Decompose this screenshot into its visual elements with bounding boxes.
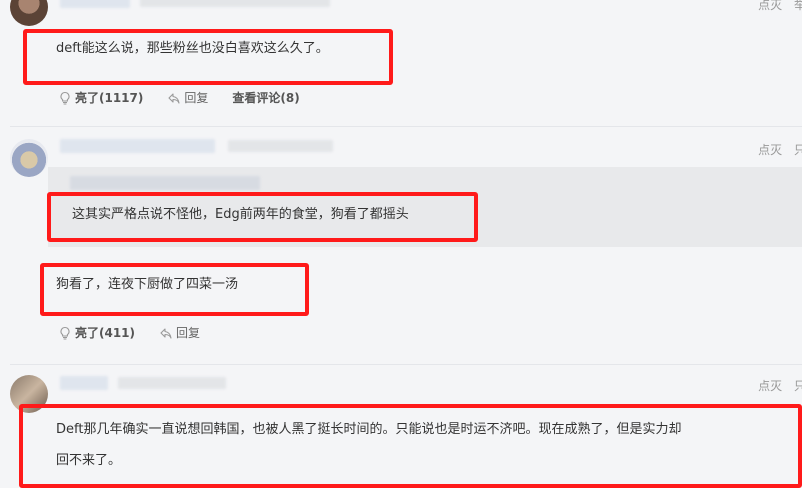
comment-text-line-1: Deft那几年确实一直说想回韩国，也被人黑了挺长时间的。只能说也是时运不济吧。现… (56, 422, 682, 437)
comment-toolbar: 亮了(1117) 回复 查看评论(8) (58, 89, 324, 106)
reply-button[interactable]: 回复 (159, 324, 200, 341)
report-button[interactable]: 举 (794, 0, 802, 12)
quoted-text: 这其实严格点说不怪他，Edg前两年的食堂，狗看了都摇头 (72, 207, 409, 222)
comment-toolbar: 亮了(411) 回复 (58, 324, 224, 341)
reply-button[interactable]: 回复 (167, 89, 208, 106)
comment-2: 点灭 只 这其实严格点说不怪他，Edg前两年的食堂，狗看了都摇头 狗看了，连夜下… (0, 127, 802, 365)
like-button[interactable]: 亮了(1117) (58, 89, 143, 106)
reply-label: 回复 (184, 91, 209, 105)
avatar[interactable] (10, 0, 48, 26)
dim-button[interactable]: 点灭 (758, 143, 782, 157)
like-count: 亮了(411) (75, 326, 136, 340)
comment-actions-right: 点灭 只 (750, 141, 802, 158)
quoted-username-blurred (70, 176, 260, 190)
username-blurred (60, 0, 130, 8)
comment-actions-right: 点灭 只 (750, 377, 802, 394)
view-replies-button[interactable]: 查看评论(8) (232, 89, 299, 106)
comment-actions-right: 点灭 举 (750, 0, 802, 13)
view-replies-label: 查看评论(8) (232, 91, 300, 105)
lightbulb-icon (60, 91, 70, 105)
meta-blurred (140, 0, 330, 7)
comment-3: 点灭 只 Deft那几年确实一直说想回韩国，也被人黑了挺长时间的。只能说也是时运… (0, 365, 802, 488)
dim-button[interactable]: 点灭 (758, 0, 782, 12)
avatar[interactable] (10, 139, 48, 177)
comment-1: 点灭 举 deft能这么说，那些粉丝也没白喜欢这么久了。 亮了(1117) 回复… (0, 0, 802, 125)
like-count: 亮了(1117) (75, 91, 144, 105)
reply-icon (168, 92, 180, 104)
comment-text: deft能这么说，那些粉丝也没白喜欢这么久了。 (56, 41, 329, 56)
username-blurred (60, 139, 215, 153)
meta-blurred (118, 377, 226, 389)
reply-label: 回复 (176, 326, 201, 340)
comment-text-line-2: 回不来了。 (56, 453, 122, 468)
comment-text: 狗看了，连夜下厨做了四菜一汤 (56, 277, 239, 292)
reply-icon (160, 327, 172, 339)
report-button[interactable]: 只 (794, 379, 802, 393)
meta-blurred (228, 140, 333, 152)
like-button[interactable]: 亮了(411) (58, 324, 135, 341)
dim-button[interactable]: 点灭 (758, 379, 782, 393)
lightbulb-icon (60, 326, 70, 340)
report-button[interactable]: 只 (794, 143, 802, 157)
username-blurred (60, 376, 108, 390)
